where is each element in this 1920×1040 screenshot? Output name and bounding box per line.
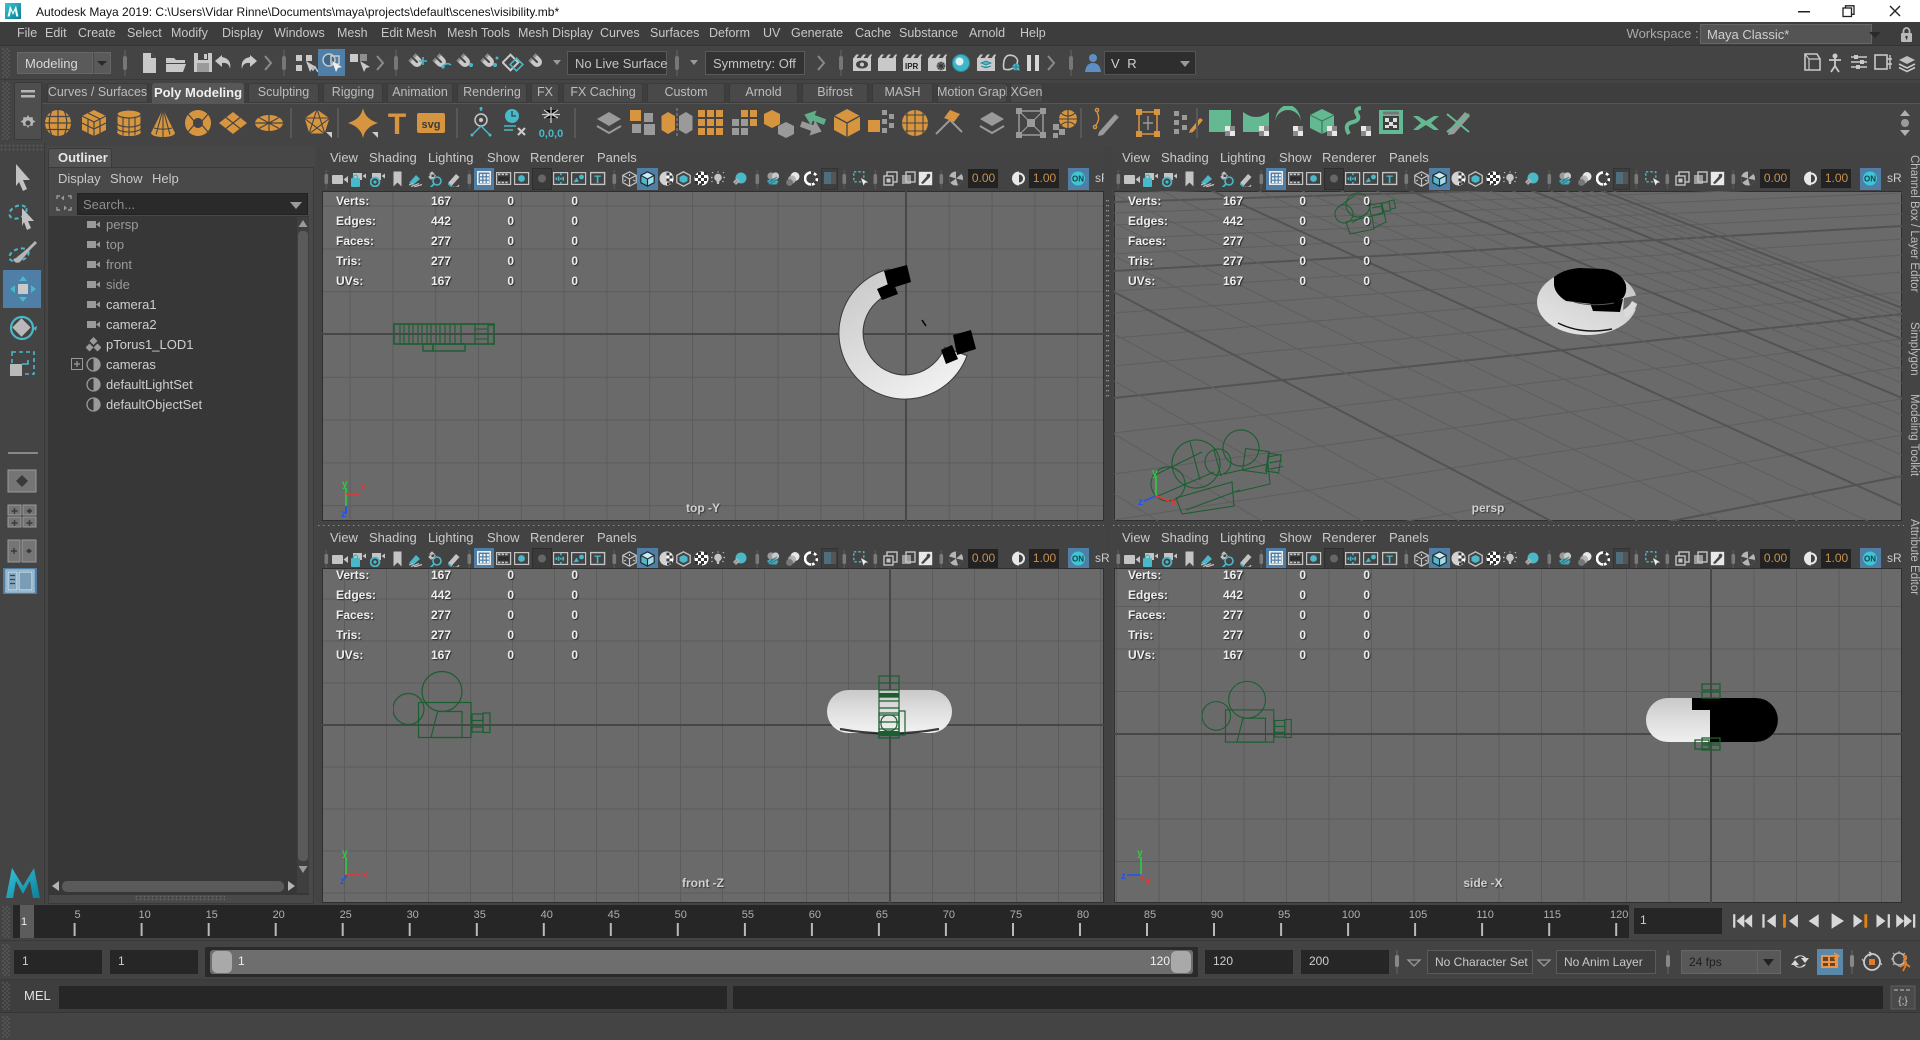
svg-text:115: 115 (1543, 909, 1561, 921)
svg-text:{;}: {;} (1898, 996, 1908, 1007)
svg-text:70: 70 (943, 909, 955, 921)
svg-text:IPR: IPR (905, 62, 919, 71)
svg-text:ON: ON (1864, 555, 1876, 564)
svg-text:15: 15 (206, 909, 218, 921)
svg-text:x: x (1171, 497, 1177, 508)
svg-text:75: 75 (1010, 909, 1022, 921)
svg-text:25: 25 (340, 909, 352, 921)
svg-text:30: 30 (407, 909, 419, 921)
svg-text:y: y (1137, 848, 1143, 859)
svg-text:ON: ON (1072, 175, 1084, 184)
svg-text:ON: ON (1864, 175, 1876, 184)
svg-text:85: 85 (1144, 909, 1156, 921)
svg-text:95: 95 (1278, 909, 1290, 921)
svg-text:100: 100 (1342, 909, 1360, 921)
svg-text:y: y (1152, 468, 1158, 479)
svg-text:T: T (594, 554, 601, 566)
svg-text:40: 40 (541, 909, 553, 921)
svg-text:65: 65 (876, 909, 888, 921)
svg-text:50: 50 (675, 909, 687, 921)
svg-text:35: 35 (474, 909, 486, 921)
svg-text:ON: ON (1072, 555, 1084, 564)
svg-text:T: T (1386, 554, 1393, 566)
svg-text:45: 45 (608, 909, 620, 921)
svg-text:80: 80 (1077, 909, 1089, 921)
svg-text:T: T (388, 108, 406, 140)
svg-text:105: 105 (1409, 909, 1427, 921)
svg-text:110: 110 (1476, 909, 1494, 921)
svg-text:55: 55 (742, 909, 754, 921)
svg-text:T: T (594, 174, 601, 186)
svg-text:T: T (1386, 174, 1393, 186)
svg-text:5: 5 (75, 909, 81, 921)
svg-text:y: y (342, 848, 348, 859)
svg-text:90: 90 (1211, 909, 1223, 921)
svg-text:y: y (342, 479, 348, 490)
svg-text:z: z (1138, 497, 1143, 508)
svg-text:0,0,0: 0,0,0 (539, 128, 563, 140)
svg-text:10: 10 (138, 909, 150, 921)
svg-text:x: x (360, 482, 366, 493)
svg-text:120: 120 (1610, 909, 1628, 921)
svg-text:svg: svg (422, 119, 441, 131)
svg-text:20: 20 (273, 909, 285, 921)
svg-text:60: 60 (809, 909, 821, 921)
